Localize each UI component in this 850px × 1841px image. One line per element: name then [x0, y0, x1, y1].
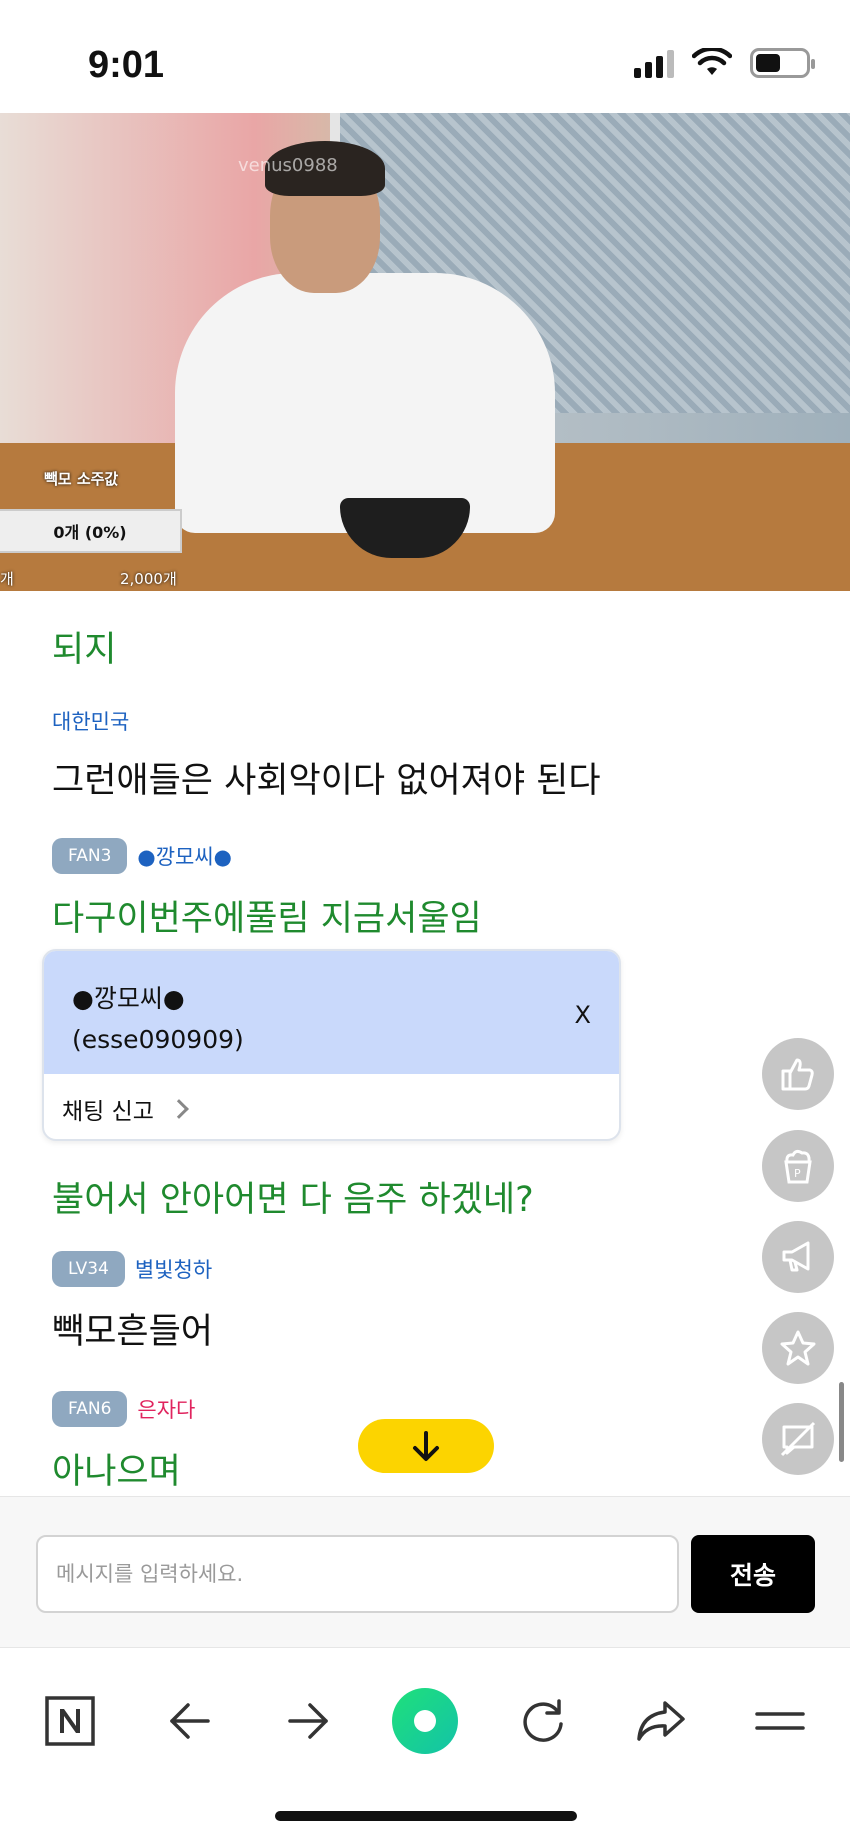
message-input[interactable] — [36, 1535, 679, 1613]
reload-button[interactable] — [508, 1686, 578, 1756]
video-watermark: venus0988 — [238, 155, 338, 176]
megaphone-icon — [782, 1241, 810, 1272]
status-bar: 9:01 — [0, 0, 850, 113]
chat-message: FAN3 ●깡모씨● 다구이번주에풀림 지금서울임 — [52, 838, 482, 941]
arrow-down-icon — [413, 1431, 439, 1461]
favorite-button[interactable] — [762, 1312, 834, 1384]
chat-nickname[interactable]: 별빛청하 — [135, 1254, 212, 1284]
popup-user-name: ●깡모씨● — [72, 984, 185, 1013]
forward-arrow-icon — [288, 1703, 328, 1739]
vote-left-count: 개 — [0, 570, 14, 588]
chat-nickname[interactable]: 은자다 — [137, 1394, 195, 1424]
user-popup: ●깡모씨● (esse090909) X 채팅 신고 — [42, 949, 621, 1141]
scroll-to-bottom-button[interactable] — [358, 1419, 494, 1473]
vote-goal: 2,000개 — [120, 570, 177, 588]
megaphone-button[interactable] — [762, 1221, 834, 1293]
level-badge: LV34 — [52, 1251, 125, 1287]
cellular-signal-icon — [634, 48, 674, 78]
menu-icon — [755, 1712, 805, 1730]
browser-toolbar — [0, 1648, 850, 1841]
share-button[interactable] — [626, 1686, 696, 1756]
thumbs-up-button[interactable] — [762, 1038, 834, 1110]
status-time: 9:01 — [88, 44, 165, 86]
popcorn-icon: P — [784, 1149, 812, 1184]
back-arrow-icon — [170, 1703, 210, 1739]
chat-message: FAN6 은자다 아나으며 — [52, 1391, 195, 1494]
wifi-icon — [692, 48, 732, 75]
chat-off-button[interactable] — [762, 1403, 834, 1475]
home-indicator — [275, 1811, 577, 1821]
live-video[interactable]: venus0988 빽모 소주값 0개 (0%) 개 2,000개 — [0, 113, 850, 591]
naver-icon — [45, 1696, 95, 1746]
vote-label: 빽모 소주값 — [44, 470, 119, 488]
chat-message: LV34 별빛청하 빽모흔들어 — [52, 1251, 213, 1354]
naver-home-button[interactable] — [35, 1686, 105, 1756]
chat-message: 대한민국 그런애들은 사회악이다 없어져야 된다 — [52, 706, 601, 803]
back-button[interactable] — [155, 1686, 225, 1756]
report-chat-button[interactable]: 채팅 신고 — [44, 1074, 619, 1139]
chat-scrollbar[interactable] — [839, 1382, 844, 1462]
popcorn-button[interactable]: P — [762, 1130, 834, 1202]
svg-text:P: P — [794, 1167, 801, 1180]
chat-nickname[interactable]: ●깡모씨● — [137, 841, 232, 871]
star-icon — [780, 1330, 816, 1366]
vote-count-box: 0개 (0%) — [0, 509, 182, 553]
chat-nickname[interactable]: 대한민국 — [52, 706, 129, 736]
chat-off-icon — [780, 1421, 816, 1457]
popup-user-id: (esse090909) — [72, 1025, 244, 1054]
fan-badge: FAN3 — [52, 838, 128, 874]
thumbs-up-icon — [781, 1058, 814, 1091]
battery-icon — [750, 48, 815, 78]
share-icon — [637, 1701, 685, 1741]
reload-icon — [523, 1699, 563, 1742]
status-icons — [634, 48, 815, 78]
green-dot-button[interactable] — [390, 1686, 460, 1756]
chat-input-bar: 전송 — [0, 1496, 850, 1648]
send-button[interactable]: 전송 — [691, 1535, 815, 1613]
chat-message: 불어서 안아어면 다 음주 하겠네? — [52, 1180, 534, 1220]
forward-button[interactable] — [273, 1686, 343, 1756]
popup-close-button[interactable]: X — [575, 1001, 591, 1029]
green-dot-icon — [392, 1688, 458, 1754]
menu-button[interactable] — [745, 1686, 815, 1756]
chevron-right-icon — [169, 1098, 189, 1119]
report-chat-label: 채팅 신고 — [62, 1098, 154, 1125]
chat-message: 되지 — [52, 630, 117, 670]
fan-badge: FAN6 — [52, 1391, 128, 1427]
